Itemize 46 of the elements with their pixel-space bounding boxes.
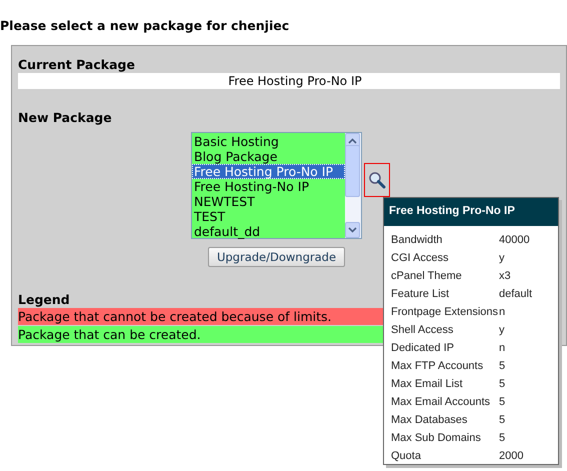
package-option[interactable]: Free Hosting-No IP	[192, 179, 345, 194]
detail-value: n	[499, 306, 506, 318]
page-heading: Please select a new package for chenjiec	[0, 17, 290, 35]
detail-name: Shell Access	[391, 324, 454, 336]
upgrade-downgrade-button[interactable]: Upgrade/Downgrade	[208, 247, 345, 267]
detail-value: y	[499, 324, 506, 336]
package-option[interactable]: Basic Hosting	[192, 134, 345, 149]
scroll-thumb[interactable]	[345, 144, 360, 196]
package-details-button[interactable]	[364, 163, 390, 197]
detail-value: 5	[499, 360, 506, 372]
section-label: Legend	[18, 291, 70, 308]
detail-name: Max Sub Domains	[391, 432, 482, 444]
package-option[interactable]: Free Hosting Pro-No IP	[192, 164, 345, 179]
package-option[interactable]: NEWTEST	[192, 194, 345, 209]
detail-name: Max Email List	[391, 378, 464, 390]
detail-name: Dedicated IP	[391, 342, 455, 354]
detail-value: n	[499, 342, 506, 354]
detail-name: Max FTP Accounts	[391, 360, 484, 372]
detail-value: 40000	[499, 234, 531, 246]
detail-value: 5	[499, 414, 506, 426]
package-option[interactable]: default_dd	[192, 224, 345, 239]
detail-value: 2000	[499, 450, 524, 462]
detail-name: CGI Access	[391, 252, 450, 264]
popup-title: Free Hosting Pro-No IP	[384, 198, 558, 226]
detail-value: 5	[499, 432, 506, 444]
package-option[interactable]: TEST	[192, 209, 345, 224]
section-label: Current Package	[18, 56, 135, 73]
section-label: New Package	[18, 109, 112, 126]
package-listbox[interactable]: Basic Hosting Blog Package Free Hosting Pro-No IP Free Hosting-No IP NEWTEST TEST default_dd	[191, 132, 362, 239]
search-icon	[368, 171, 386, 189]
detail-value: y	[499, 252, 506, 264]
scroll-down-icon[interactable]	[345, 222, 360, 238]
detail-name: Max Email Accounts	[391, 396, 492, 408]
detail-name: Feature List	[391, 288, 450, 300]
detail-name: Quota	[391, 450, 422, 462]
detail-name: cPanel Theme	[391, 270, 463, 282]
detail-name: Bandwidth	[391, 234, 444, 246]
detail-value: default	[499, 288, 534, 300]
detail-name: Max Databases	[391, 414, 468, 426]
detail-name: Frontpage Extensions	[391, 306, 499, 318]
detail-value: 5	[499, 396, 506, 408]
package-option[interactable]: Blog Package	[192, 149, 345, 164]
detail-value: 5	[499, 378, 506, 390]
scrollbar[interactable]	[345, 133, 361, 238]
current-package-value: Free Hosting Pro-No IP	[18, 73, 560, 89]
detail-value: x3	[499, 270, 512, 282]
